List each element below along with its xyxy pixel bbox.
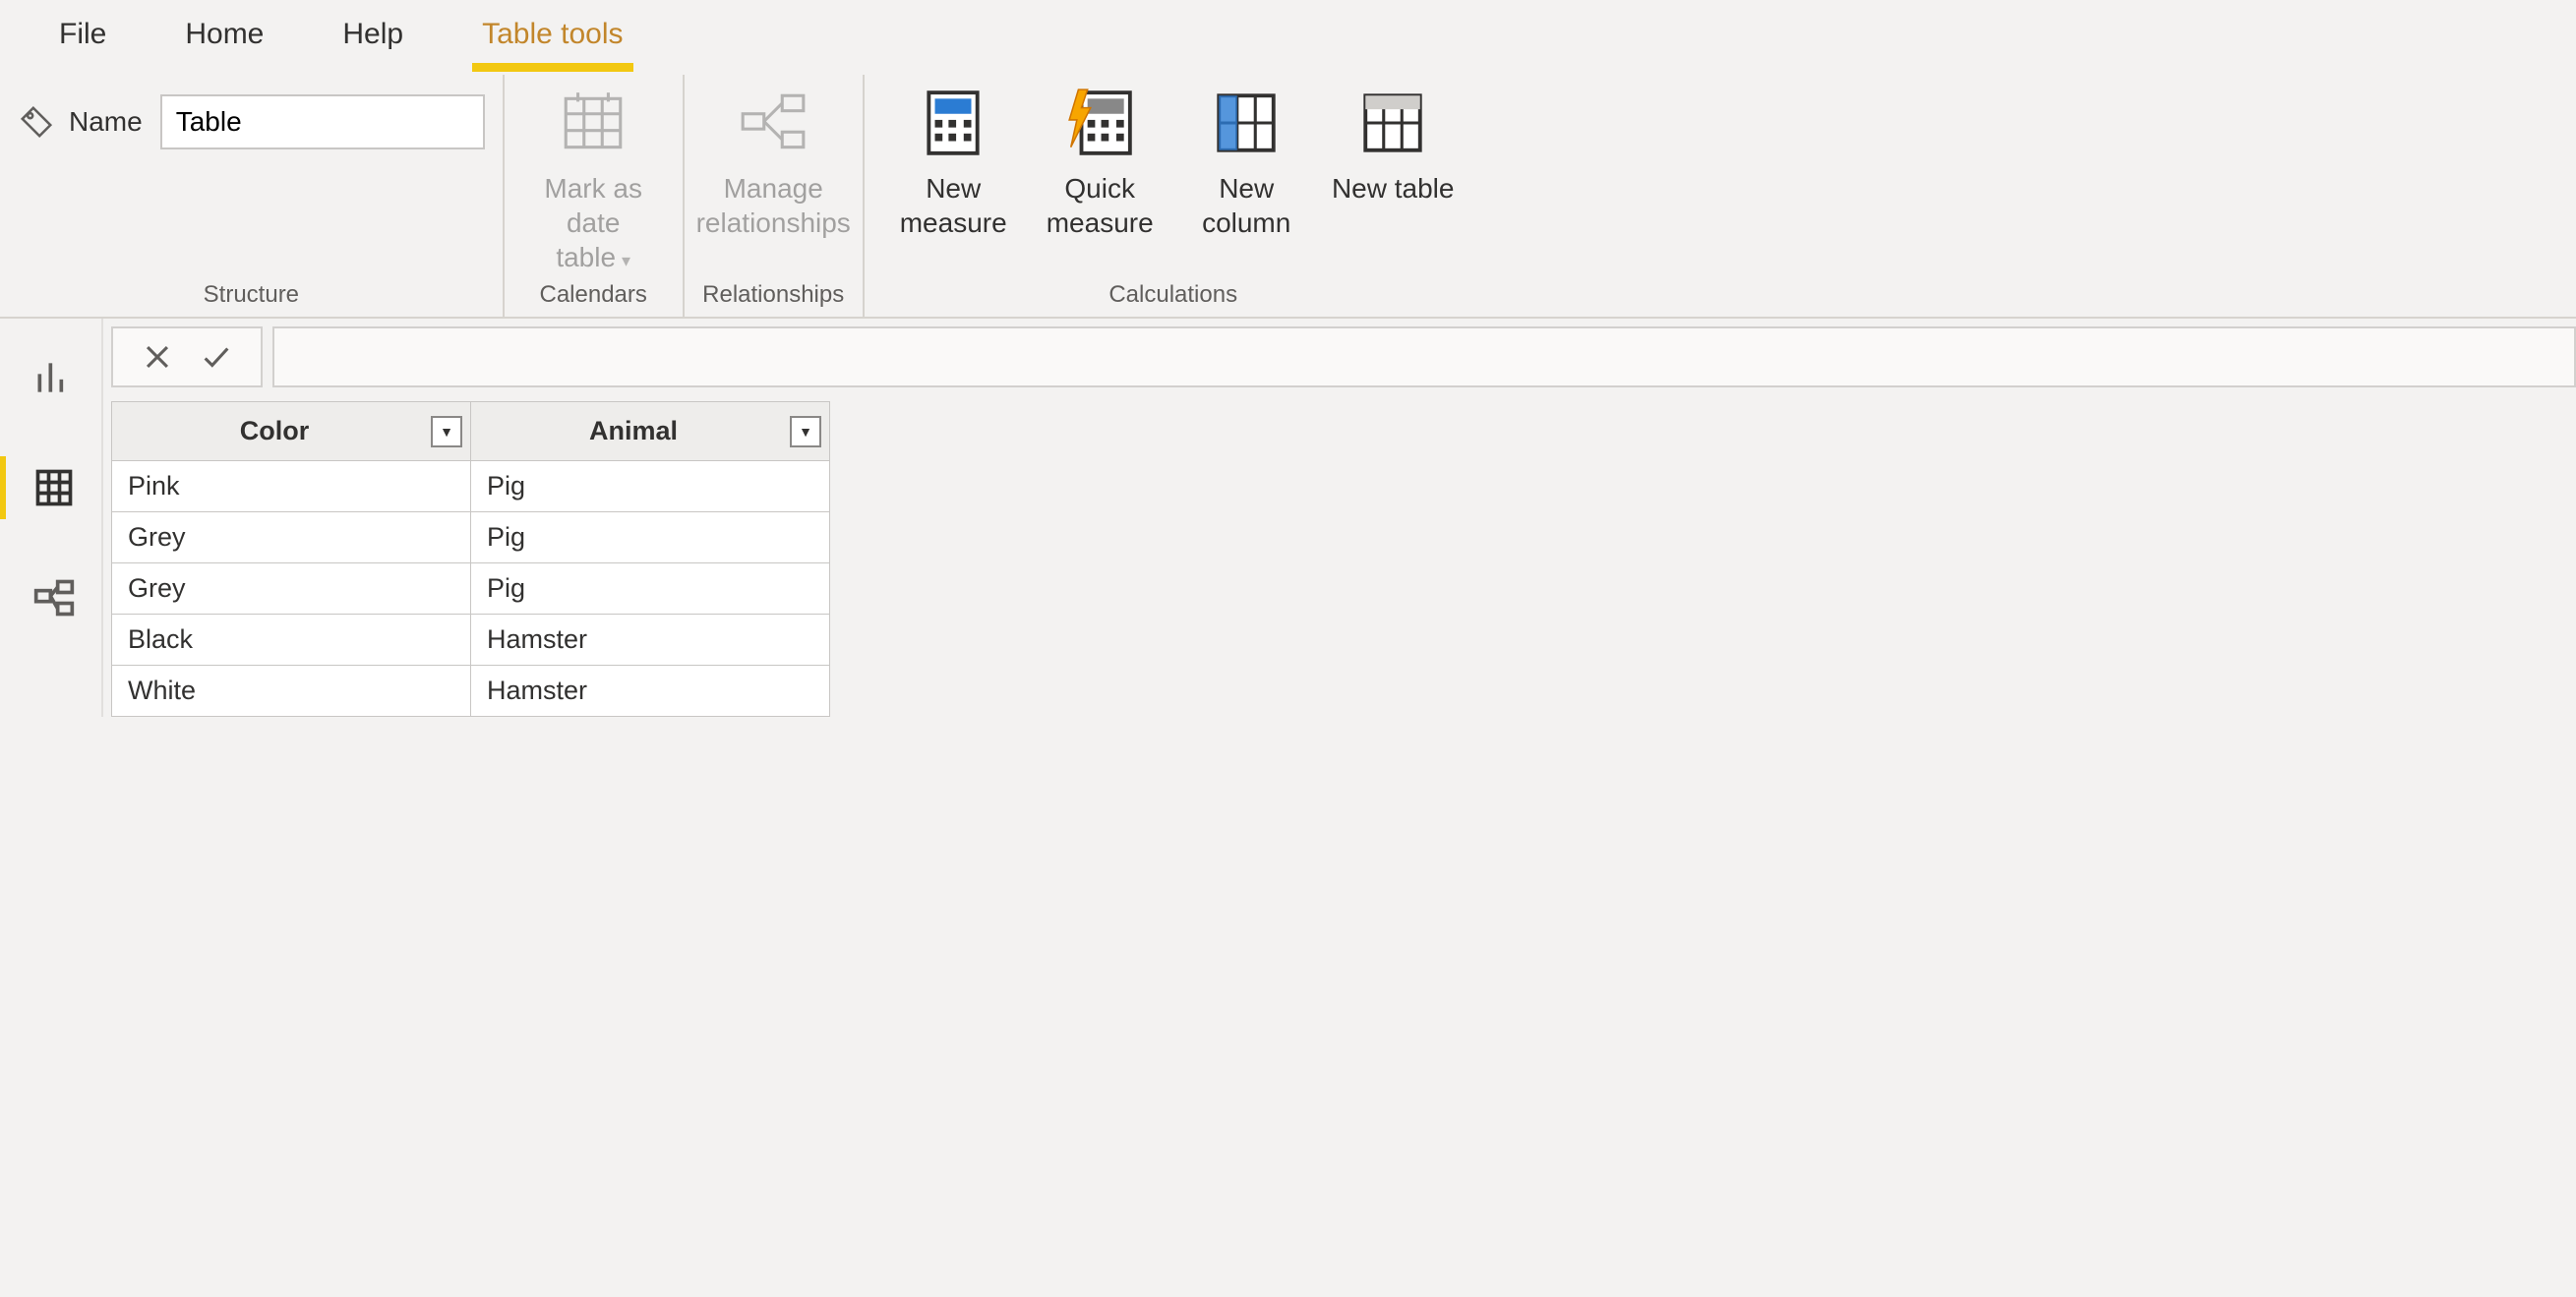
calendar-icon bbox=[557, 87, 629, 159]
cell: Grey bbox=[112, 512, 471, 563]
ribbon: Name Structure Mark as date table▾ Ca bbox=[0, 75, 2576, 319]
formula-actions bbox=[111, 326, 263, 387]
data-table: Color ▼ Animal ▼ Pink Pig Grey Pig bbox=[111, 401, 830, 717]
manage-relationships-button: Manage relationships bbox=[702, 85, 845, 242]
cell: White bbox=[112, 666, 471, 717]
ribbon-group-calendars: Mark as date table▾ Calendars bbox=[505, 75, 685, 317]
manage-relationships-label: Manage relationships bbox=[696, 171, 851, 240]
table-grid-icon bbox=[32, 466, 76, 509]
report-view-button[interactable] bbox=[0, 346, 101, 409]
cell: Pink bbox=[112, 461, 471, 512]
table-row[interactable]: Black Hamster bbox=[112, 615, 830, 666]
formula-bar[interactable] bbox=[272, 326, 2576, 387]
column-filter-color[interactable]: ▼ bbox=[431, 416, 462, 447]
table-name-input[interactable] bbox=[160, 94, 485, 149]
menu-home[interactable]: Home bbox=[175, 0, 273, 72]
cell: Black bbox=[112, 615, 471, 666]
cell: Pig bbox=[471, 512, 830, 563]
cancel-icon[interactable] bbox=[141, 340, 174, 374]
cell: Hamster bbox=[471, 615, 830, 666]
cell: Pig bbox=[471, 563, 830, 615]
quick-measure-icon bbox=[1063, 87, 1136, 159]
tag-icon bbox=[18, 103, 55, 141]
new-table-button[interactable]: New table bbox=[1322, 85, 1465, 207]
quick-measure-button[interactable]: Quick measure bbox=[1029, 85, 1171, 242]
new-table-label: New table bbox=[1332, 171, 1455, 206]
menu-help[interactable]: Help bbox=[332, 0, 413, 72]
group-label-calendars: Calendars bbox=[540, 281, 647, 313]
table-row[interactable]: Pink Pig bbox=[112, 461, 830, 512]
table-name-label: Name bbox=[69, 106, 143, 138]
table-row[interactable]: Grey Pig bbox=[112, 512, 830, 563]
menu-file[interactable]: File bbox=[49, 0, 116, 72]
ribbon-group-structure: Name Structure bbox=[0, 75, 505, 317]
commit-icon[interactable] bbox=[200, 340, 233, 374]
new-measure-button[interactable]: New measure bbox=[882, 85, 1025, 242]
group-label-calculations: Calculations bbox=[1108, 281, 1237, 313]
menu-table-tools[interactable]: Table tools bbox=[472, 0, 632, 72]
column-header-color[interactable]: Color ▼ bbox=[112, 402, 471, 461]
new-measure-label: New measure bbox=[888, 171, 1019, 240]
table-row[interactable]: White Hamster bbox=[112, 666, 830, 717]
cell: Hamster bbox=[471, 666, 830, 717]
view-rail bbox=[0, 319, 103, 717]
ribbon-group-relationships: Manage relationships Relationships bbox=[685, 75, 865, 317]
new-column-label: New column bbox=[1181, 171, 1312, 240]
column-filter-animal[interactable]: ▼ bbox=[790, 416, 821, 447]
model-view-button[interactable] bbox=[0, 566, 101, 629]
model-icon bbox=[32, 576, 76, 619]
column-header-color-label: Color bbox=[240, 416, 310, 445]
column-header-animal[interactable]: Animal ▼ bbox=[471, 402, 830, 461]
bar-chart-icon bbox=[32, 356, 76, 399]
new-column-icon bbox=[1210, 87, 1283, 159]
calculator-icon bbox=[917, 87, 989, 159]
group-label-relationships: Relationships bbox=[702, 281, 844, 313]
column-header-animal-label: Animal bbox=[589, 416, 678, 445]
mark-as-date-table-button: Mark as date table▾ bbox=[522, 85, 665, 276]
cell: Pig bbox=[471, 461, 830, 512]
new-table-icon bbox=[1356, 87, 1429, 159]
quick-measure-label: Quick measure bbox=[1035, 171, 1166, 240]
table-row[interactable]: Grey Pig bbox=[112, 563, 830, 615]
group-label-structure: Structure bbox=[204, 281, 299, 313]
new-column-button[interactable]: New column bbox=[1175, 85, 1318, 242]
chevron-down-icon: ▾ bbox=[622, 251, 630, 270]
relationships-icon bbox=[737, 87, 809, 159]
menu-bar: File Home Help Table tools bbox=[0, 0, 2576, 75]
ribbon-group-calculations: New measure Quick measure bbox=[865, 75, 1482, 317]
data-view-button[interactable] bbox=[0, 456, 101, 519]
cell: Grey bbox=[112, 563, 471, 615]
